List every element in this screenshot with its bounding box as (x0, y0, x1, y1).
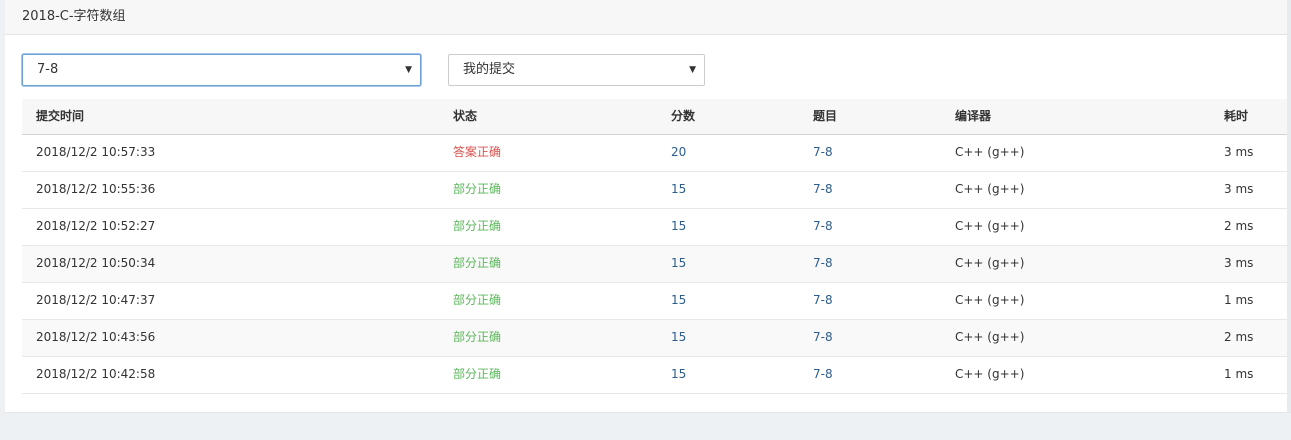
panel-header: 2018-C-字符数组 (5, 0, 1291, 35)
cell-problem[interactable]: 7-8 (813, 357, 833, 392)
cell-score[interactable]: 15 (671, 246, 686, 281)
cell-compiler: C++ (g++) (955, 145, 1025, 159)
header-score: 分数 (671, 109, 696, 123)
cell-status[interactable]: 答案正确 (453, 135, 501, 170)
dropdown-arrow-icon: ▼ (689, 65, 696, 75)
table-row: 2018/12/2 10:50:34 部分正确 15 7-8 C++ (g++)… (22, 246, 1291, 283)
cell-score[interactable]: 15 (671, 357, 686, 392)
submissions-panel: 2018-C-字符数组 7-8 ▼ 我的提交 ▼ 提交时间 状态 分数 题目 编… (5, 0, 1291, 413)
cell-score[interactable]: 15 (671, 209, 686, 244)
cell-problem[interactable]: 7-8 (813, 209, 833, 244)
cell-time: 2018/12/2 10:50:34 (36, 256, 156, 270)
header-problem: 题目 (813, 109, 838, 123)
cell-cost: 2 ms (1224, 219, 1254, 233)
header-compiler: 编译器 (955, 109, 992, 123)
cell-time: 2018/12/2 10:42:58 (36, 367, 156, 381)
cell-score[interactable]: 15 (671, 320, 686, 355)
submissions-table: 提交时间 状态 分数 题目 编译器 耗时 2018/12/2 10:57:33 … (22, 99, 1291, 394)
cell-cost: 1 ms (1224, 367, 1254, 381)
table-row: 2018/12/2 10:42:58 部分正确 15 7-8 C++ (g++)… (22, 357, 1291, 394)
cell-score[interactable]: 15 (671, 283, 686, 318)
table-header: 提交时间 状态 分数 题目 编译器 耗时 (22, 99, 1291, 135)
cell-time: 2018/12/2 10:52:27 (36, 219, 156, 233)
panel-title: 2018-C-字符数组 (22, 9, 126, 24)
table-row: 2018/12/2 10:43:56 部分正确 15 7-8 C++ (g++)… (22, 320, 1291, 357)
cell-problem[interactable]: 7-8 (813, 135, 833, 170)
table-row: 2018/12/2 10:57:33 答案正确 20 7-8 C++ (g++)… (22, 135, 1291, 172)
problem-select-value: 7-8 (37, 62, 59, 77)
scope-select[interactable]: 我的提交 ▼ (448, 54, 705, 86)
cell-compiler: C++ (g++) (955, 367, 1025, 381)
cell-time: 2018/12/2 10:57:33 (36, 145, 156, 159)
table-row: 2018/12/2 10:47:37 部分正确 15 7-8 C++ (g++)… (22, 283, 1291, 320)
table-row: 2018/12/2 10:52:27 部分正确 15 7-8 C++ (g++)… (22, 209, 1291, 246)
cell-compiler: C++ (g++) (955, 256, 1025, 270)
cell-problem[interactable]: 7-8 (813, 246, 833, 281)
header-cost: 耗时 (1224, 109, 1249, 123)
cell-cost: 3 ms (1224, 145, 1254, 159)
cell-problem[interactable]: 7-8 (813, 283, 833, 318)
cell-status[interactable]: 部分正确 (453, 246, 501, 281)
scope-select-value: 我的提交 (463, 62, 516, 77)
cell-compiler: C++ (g++) (955, 293, 1025, 307)
cell-time: 2018/12/2 10:43:56 (36, 330, 156, 344)
cell-problem[interactable]: 7-8 (813, 172, 833, 207)
cell-cost: 2 ms (1224, 330, 1254, 344)
cell-time: 2018/12/2 10:47:37 (36, 293, 156, 307)
cell-cost: 1 ms (1224, 293, 1254, 307)
cell-status[interactable]: 部分正确 (453, 209, 501, 244)
problem-select[interactable]: 7-8 ▼ (22, 54, 421, 86)
cell-status[interactable]: 部分正确 (453, 172, 501, 207)
cell-time: 2018/12/2 10:55:36 (36, 182, 156, 196)
scrollbar-track[interactable] (1287, 0, 1291, 412)
header-time: 提交时间 (36, 109, 85, 123)
cell-problem[interactable]: 7-8 (813, 320, 833, 355)
cell-compiler: C++ (g++) (955, 330, 1025, 344)
cell-cost: 3 ms (1224, 182, 1254, 196)
dropdown-arrow-icon: ▼ (405, 65, 412, 75)
cell-compiler: C++ (g++) (955, 219, 1025, 233)
header-status: 状态 (453, 109, 478, 123)
cell-cost: 3 ms (1224, 256, 1254, 270)
cell-status[interactable]: 部分正确 (453, 320, 501, 355)
cell-compiler: C++ (g++) (955, 182, 1025, 196)
cell-status[interactable]: 部分正确 (453, 357, 501, 392)
cell-score[interactable]: 20 (671, 135, 686, 170)
cell-status[interactable]: 部分正确 (453, 283, 501, 318)
table-row: 2018/12/2 10:55:36 部分正确 15 7-8 C++ (g++)… (22, 172, 1291, 209)
cell-score[interactable]: 15 (671, 172, 686, 207)
